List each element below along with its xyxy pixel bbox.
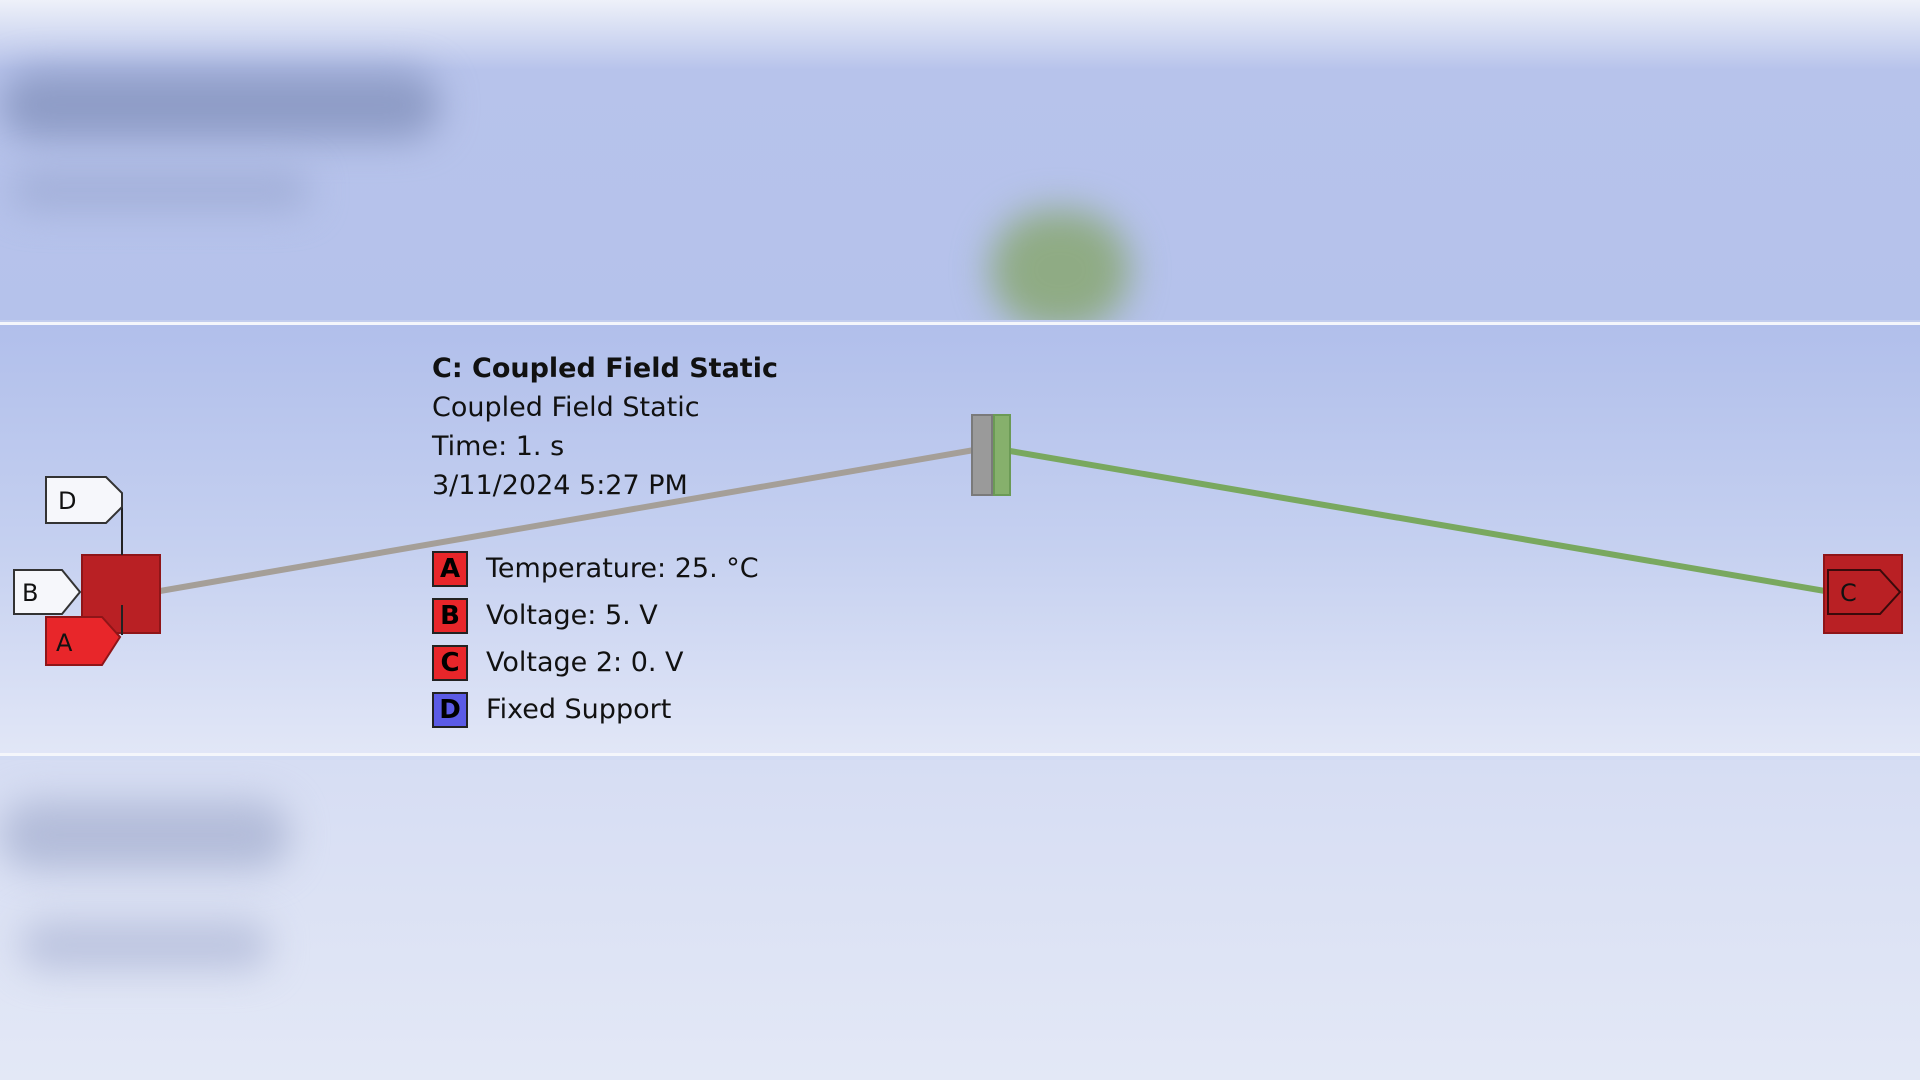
legend-label: Temperature: 25. °C	[486, 553, 759, 584]
legend-swatch-a: A	[432, 550, 468, 587]
blurred-background-bottom	[0, 760, 1920, 1080]
legend-swatch-b: B	[432, 597, 468, 634]
legend-item-voltage-2[interactable]: C Voltage 2: 0. V	[432, 639, 759, 686]
legend-label: Voltage 2: 0. V	[486, 647, 684, 678]
tag-a-icon[interactable]: A	[45, 616, 122, 666]
legend-swatch-d: D	[432, 691, 468, 728]
legend-item-fixed-support[interactable]: D Fixed Support	[432, 686, 759, 733]
legend-item-voltage[interactable]: B Voltage: 5. V	[432, 592, 759, 639]
tag-c-letter: C	[1840, 579, 1857, 607]
tag-b-letter: B	[22, 579, 38, 607]
beam-segment-right[interactable]	[1009, 448, 1826, 594]
blurred-model-shape	[990, 210, 1130, 320]
legend-item-temperature[interactable]: A Temperature: 25. °C	[432, 545, 759, 592]
blurred-panel-shape	[20, 920, 270, 970]
tag-d-icon[interactable]: D	[45, 476, 123, 524]
legend-label: Voltage: 5. V	[486, 600, 658, 631]
tag-d-letter: D	[58, 487, 76, 515]
app-window: D B A C C: Coupled Field Static Coupled …	[0, 0, 1920, 1080]
graphics-viewport[interactable]: D B A C C: Coupled Field Static Coupled …	[0, 322, 1920, 756]
blurred-panel-shape	[10, 170, 310, 210]
analysis-type: Coupled Field Static	[432, 392, 700, 423]
blurred-panel-shape	[0, 800, 290, 870]
tag-b-icon[interactable]: B	[13, 569, 82, 615]
result-info-block: C: Coupled Field Static Coupled Field St…	[432, 350, 778, 505]
result-title: C: Coupled Field Static	[432, 353, 778, 384]
center-joint-element[interactable]	[971, 414, 1011, 496]
tag-a-letter: A	[56, 629, 73, 657]
blurred-background-top	[0, 0, 1920, 320]
time-value: Time: 1. s	[432, 431, 565, 462]
legend-label: Fixed Support	[486, 694, 672, 725]
legend-swatch-c: C	[432, 644, 468, 681]
timestamp: 3/11/2024 5:27 PM	[432, 470, 688, 501]
boundary-condition-legend: A Temperature: 25. °C B Voltage: 5. V C …	[432, 545, 759, 733]
blurred-panel-shape	[0, 70, 440, 140]
model-canvas[interactable]: D B A C	[0, 325, 1920, 759]
